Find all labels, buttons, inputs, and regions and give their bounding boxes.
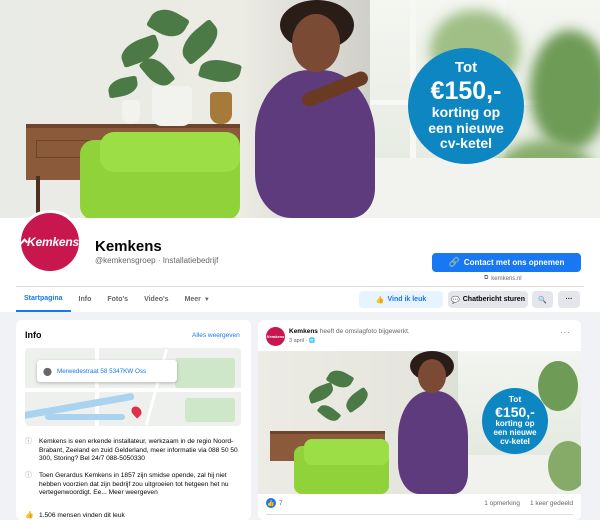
share-count[interactable]: 1 keer gedeeld bbox=[530, 500, 573, 507]
location-map[interactable]: ⬤ Merwedestraat 58 5347KW Oss bbox=[25, 348, 241, 426]
search-button[interactable]: 🔍 bbox=[532, 291, 553, 308]
promo-badge: Tot €150,- korting op een nieuwe cv-kete… bbox=[408, 48, 524, 164]
website-link[interactable]: ⧉ kemkens.nl bbox=[484, 275, 522, 282]
info-description: ⓘ Kemkens is een erkende installateur, w… bbox=[25, 438, 241, 464]
info-title: Info bbox=[25, 330, 42, 340]
like-page-label: Vind ik leuk bbox=[387, 296, 427, 303]
tab-meer-label: Meer bbox=[184, 296, 201, 303]
info-likes: 👍 1.506 mensen vinden dit leuk bbox=[25, 512, 241, 520]
page-title[interactable]: Kemkens bbox=[95, 238, 162, 255]
post-options-button[interactable]: ··· bbox=[560, 328, 571, 337]
promo-line-3: korting op bbox=[431, 103, 501, 120]
post-image[interactable]: Tot €150,- korting op een nieuwe cv-kete… bbox=[258, 351, 581, 494]
like-count[interactable]: 7 bbox=[279, 500, 283, 507]
info-card: Info Alles weergeven ⬤ Merwedestraat 58 … bbox=[16, 320, 251, 520]
more-dots-icon: ··· bbox=[565, 296, 573, 303]
avatar-logo-text: Kemkens bbox=[27, 235, 79, 249]
post-avatar[interactable]: Kemkens bbox=[266, 327, 285, 346]
post-author[interactable]: Kemkens bbox=[289, 328, 318, 335]
link-icon: 🔗 bbox=[448, 257, 460, 267]
post-stats: 👍 7 1 opmerking 1 keer gedeeld bbox=[266, 498, 573, 508]
thumbs-up-icon: 👍 bbox=[375, 296, 385, 304]
send-message-label: Chatbericht sturen bbox=[462, 296, 525, 303]
messenger-icon: 💬 bbox=[451, 296, 460, 304]
page-tabs: Startpagina Info Foto's Video's Meer ▼ bbox=[16, 287, 218, 312]
tab-startpagina[interactable]: Startpagina bbox=[16, 287, 71, 312]
tab-fotos[interactable]: Foto's bbox=[99, 287, 136, 312]
promo-line-1: Tot bbox=[454, 59, 478, 77]
contact-button-label: Contact met ons opnemen bbox=[463, 258, 565, 267]
post-header: Kemkens heeft de omslagfoto bijgewerkt. bbox=[289, 328, 410, 335]
promo-line-5: cv-ketel bbox=[439, 135, 493, 152]
send-message-button[interactable]: 💬 Chatbericht sturen bbox=[448, 291, 528, 308]
thumbs-up-icon: 👍 bbox=[25, 512, 34, 519]
external-link-icon: ⧉ bbox=[484, 275, 489, 281]
search-icon: 🔍 bbox=[538, 296, 547, 304]
page-handle: @kemkensgroep · Installatiebedrijf bbox=[95, 256, 219, 265]
info-history: ⓘ Toen Gerardus Kemkens in 1857 zijn smi… bbox=[25, 472, 241, 498]
tab-info[interactable]: Info bbox=[71, 287, 100, 312]
more-dots-icon: ··· bbox=[560, 328, 571, 337]
globe-icon: 🌐 bbox=[308, 338, 316, 344]
comment-count[interactable]: 1 opmerking bbox=[484, 500, 520, 507]
promo-line-2: €150,- bbox=[430, 76, 502, 105]
post-card: Kemkens Kemkens heeft de omslagfoto bijg… bbox=[258, 320, 581, 520]
info-likes-text: 1.506 mensen vinden dit leuk bbox=[39, 512, 125, 519]
like-reaction-icon: 👍 bbox=[266, 498, 276, 508]
info-description-text: Kemkens is een erkende installateur, wer… bbox=[39, 438, 238, 462]
map-address-label: Merwedestraat 58 5347KW Oss bbox=[56, 367, 147, 375]
post-action-text: heeft de omslagfoto bijgewerkt. bbox=[317, 328, 410, 335]
more-options-button[interactable]: ··· bbox=[558, 291, 580, 308]
info-circle-icon: ⓘ bbox=[25, 438, 32, 445]
location-pin-icon: ⬤ bbox=[43, 366, 52, 376]
info-circle-icon: ⓘ bbox=[25, 472, 32, 479]
promo-line-4: een nieuwe bbox=[428, 119, 504, 136]
map-marker-icon bbox=[129, 404, 144, 419]
caret-down-icon: ▼ bbox=[203, 296, 210, 303]
post-actions-divider bbox=[266, 514, 573, 515]
post-promo-line-5: cv-ketel bbox=[500, 436, 530, 446]
post-date[interactable]: 3 april · 🌐 bbox=[289, 338, 316, 344]
website-link-label: kemkens.nl bbox=[491, 275, 522, 282]
map-address[interactable]: ⬤ Merwedestraat 58 5347KW Oss bbox=[37, 360, 177, 382]
contact-button[interactable]: 🔗 Contact met ons opnemen bbox=[432, 253, 581, 272]
info-history-text[interactable]: Toen Gerardus Kemkens in 1857 zijn smids… bbox=[39, 472, 241, 498]
plant-pot bbox=[152, 86, 192, 126]
cover-photo[interactable]: Tot €150,- korting op een nieuwe cv-kete… bbox=[0, 0, 600, 218]
page-header: Kemkens Kemkens @kemkensgroep · Installa… bbox=[0, 210, 600, 312]
page-avatar[interactable]: Kemkens bbox=[18, 210, 82, 274]
post-date-label: 3 april · bbox=[289, 338, 309, 344]
post-promo-badge: Tot €150,- korting op een nieuwe cv-kete… bbox=[482, 388, 548, 454]
see-all-link[interactable]: Alles weergeven bbox=[192, 332, 240, 339]
tab-videos[interactable]: Video's bbox=[136, 287, 177, 312]
post-promo-line-2: €150,- bbox=[495, 403, 535, 420]
like-page-button[interactable]: 👍 Vind ik leuk bbox=[359, 291, 443, 308]
tab-meer[interactable]: Meer ▼ bbox=[177, 287, 218, 312]
